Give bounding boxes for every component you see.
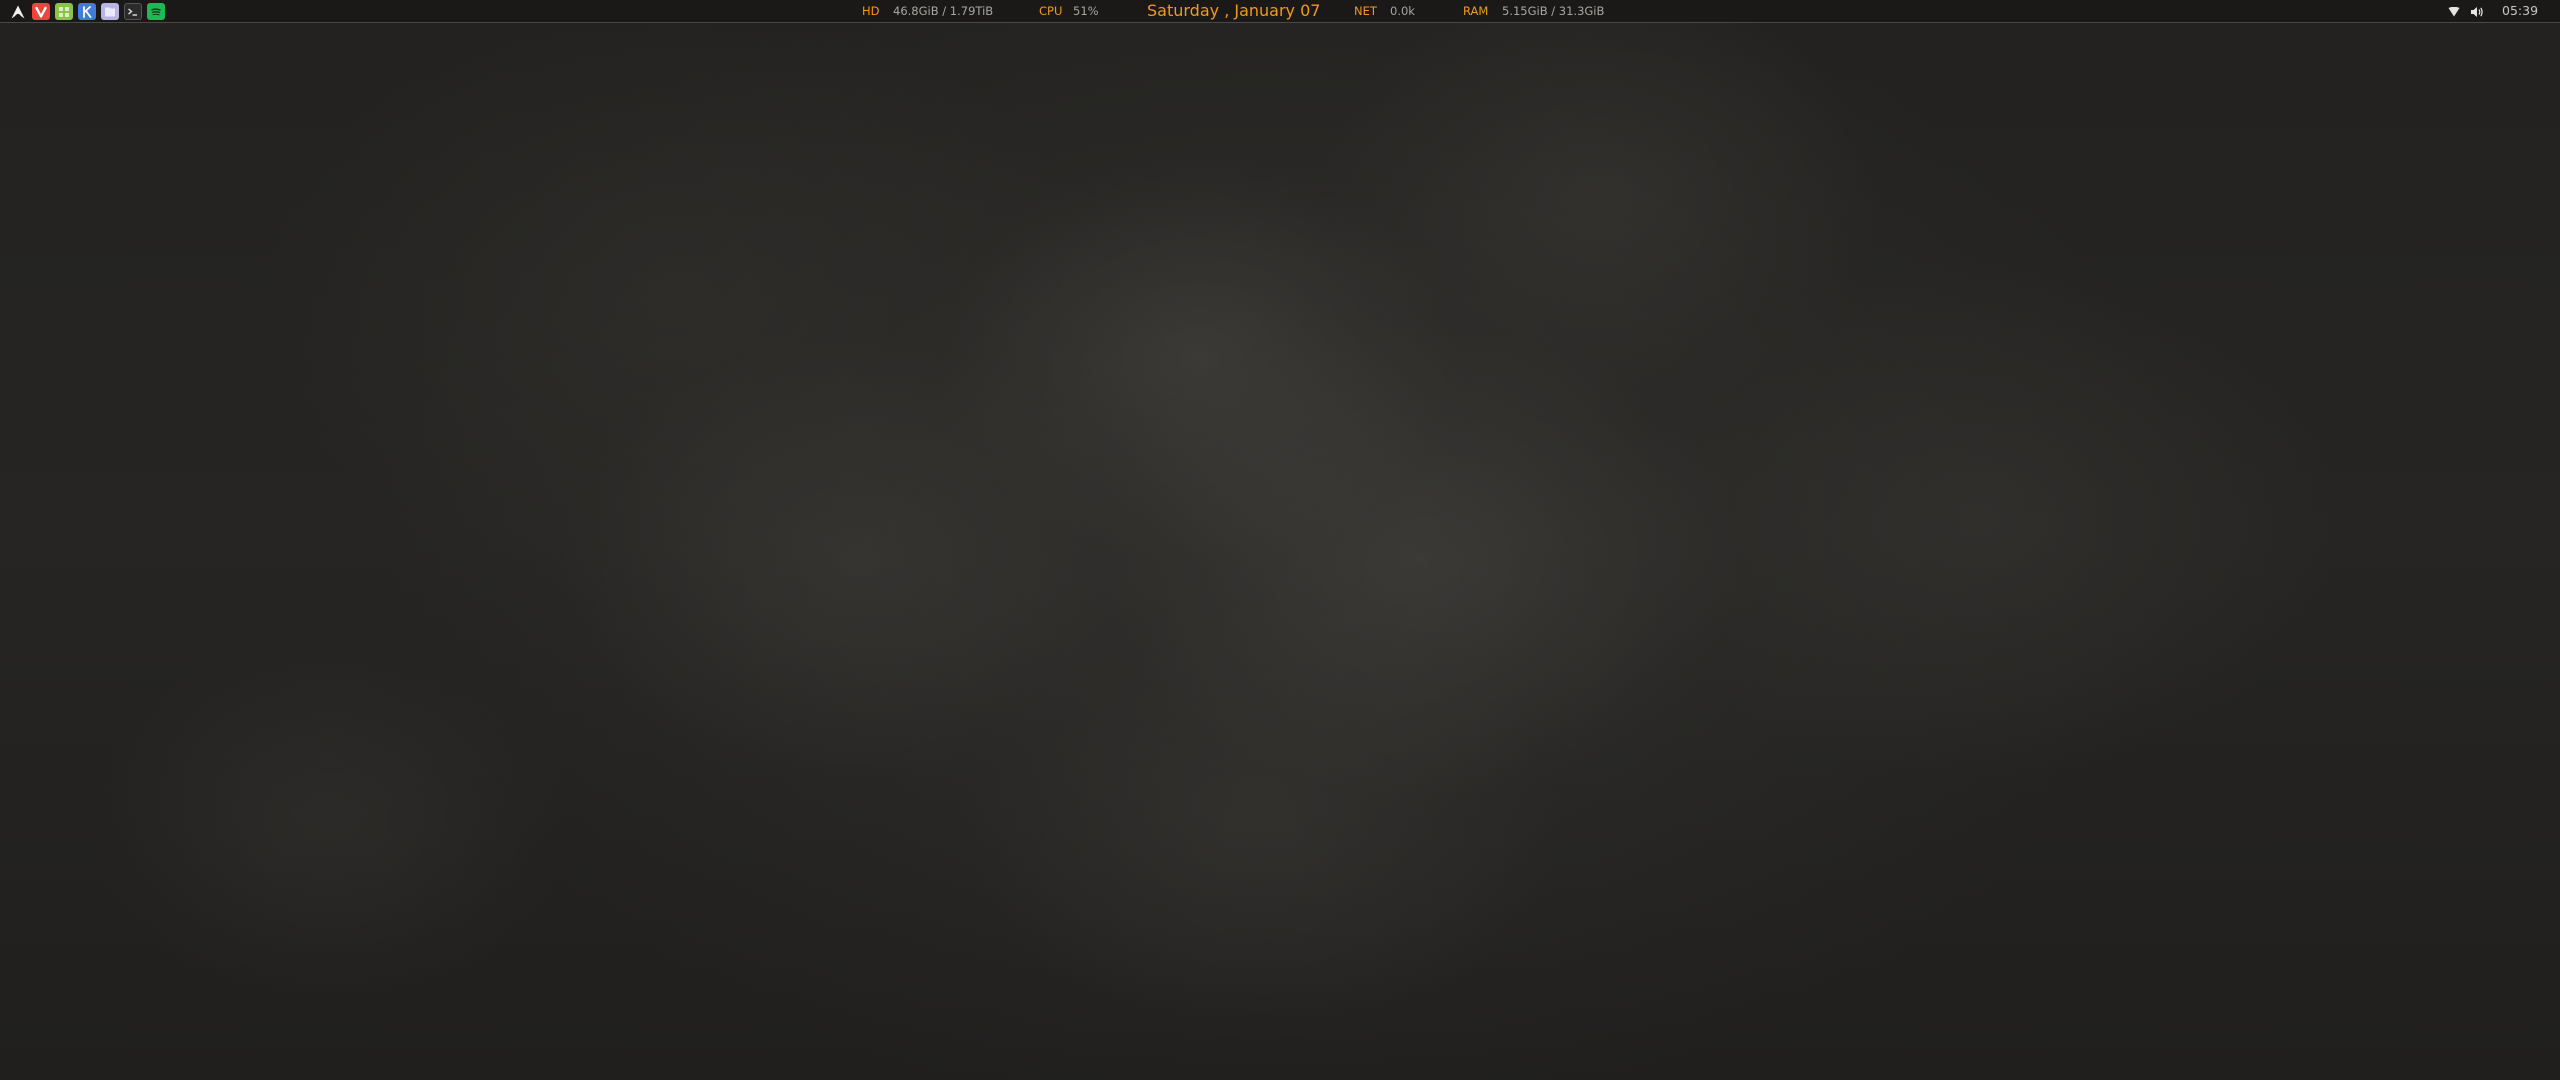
spotify-icon[interactable] — [147, 3, 165, 20]
top-panel: HD 46.8GiB / 1.79TiB CPU 51% Saturday , … — [0, 0, 2560, 23]
ram-value: 5.15GiB / 31.3GiB — [1502, 4, 1605, 18]
net-value: 0.0k — [1390, 4, 1415, 18]
vivaldi-browser-icon[interactable] — [32, 3, 50, 20]
hd-value: 46.8GiB / 1.79TiB — [893, 4, 994, 18]
krita-app-icon[interactable] — [78, 3, 96, 20]
hd-label: HD — [862, 4, 880, 18]
desktop-wallpaper — [0, 0, 2560, 1080]
clock-time[interactable]: 05:39 — [2502, 4, 2538, 18]
arch-linux-icon[interactable] — [9, 3, 27, 20]
app-launcher-group — [9, 3, 165, 20]
calculator-icon[interactable] — [55, 3, 73, 20]
net-label: NET — [1354, 4, 1377, 18]
cpu-label: CPU — [1039, 4, 1063, 18]
volume-icon[interactable] — [2469, 3, 2485, 20]
cpu-value: 51% — [1073, 4, 1099, 18]
ram-label: RAM — [1463, 4, 1489, 18]
wifi-icon[interactable] — [2447, 3, 2461, 20]
file-manager-icon[interactable] — [101, 3, 119, 20]
terminal-icon[interactable] — [124, 3, 142, 20]
date-display[interactable]: Saturday , January 07 — [1147, 1, 1320, 21]
